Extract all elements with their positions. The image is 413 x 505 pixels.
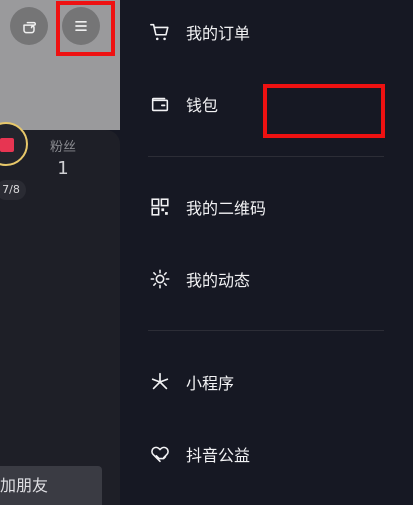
gift-icon <box>0 138 14 152</box>
wallet-highlight <box>263 84 385 138</box>
menu-item-douyin-charity[interactable]: 抖音公益 <box>148 434 250 474</box>
menu-item-label: 钱包 <box>186 96 219 115</box>
badge-count: 7/8 <box>0 180 26 200</box>
menu-item-label: 抖音公益 <box>186 446 251 465</box>
qr-code-icon <box>148 195 172 219</box>
asterisk-icon <box>148 370 172 394</box>
divider <box>148 330 384 331</box>
profile-page-dimmed: 7/8 粉丝 1 加朋友 <box>0 0 120 505</box>
divider <box>148 156 384 157</box>
heart-hands-icon <box>148 442 172 466</box>
hand-pointer-icon <box>23 21 36 34</box>
menu-item-wallet[interactable]: 钱包 <box>148 84 218 124</box>
gesture-button[interactable] <box>10 7 48 45</box>
wallet-icon <box>148 92 172 116</box>
fans-count[interactable]: 1 <box>48 158 78 179</box>
shopping-cart-icon <box>148 20 172 44</box>
fans-label: 粉丝 <box>49 140 76 155</box>
menu-item-mini-programs[interactable]: 小程序 <box>148 362 234 402</box>
menu-button-highlight <box>56 1 115 56</box>
add-friend-button[interactable]: 加朋友 <box>0 466 102 505</box>
menu-item-label: 我的二维码 <box>186 199 267 218</box>
menu-item-label: 我的动态 <box>186 271 251 290</box>
menu-item-label: 小程序 <box>186 374 235 393</box>
add-friend-label: 加朋友 <box>0 476 49 495</box>
menu-item-label: 我的订单 <box>186 24 251 43</box>
menu-item-my-orders[interactable]: 我的订单 <box>148 12 250 52</box>
menu-item-my-moments[interactable]: 我的动态 <box>148 259 250 299</box>
side-drawer: 我的订单 钱包 我的二维码 我的动态 小程序 抖音公益 <box>120 0 413 505</box>
menu-item-my-qr-code[interactable]: 我的二维码 <box>148 187 266 227</box>
sun-dashed-icon <box>148 267 172 291</box>
